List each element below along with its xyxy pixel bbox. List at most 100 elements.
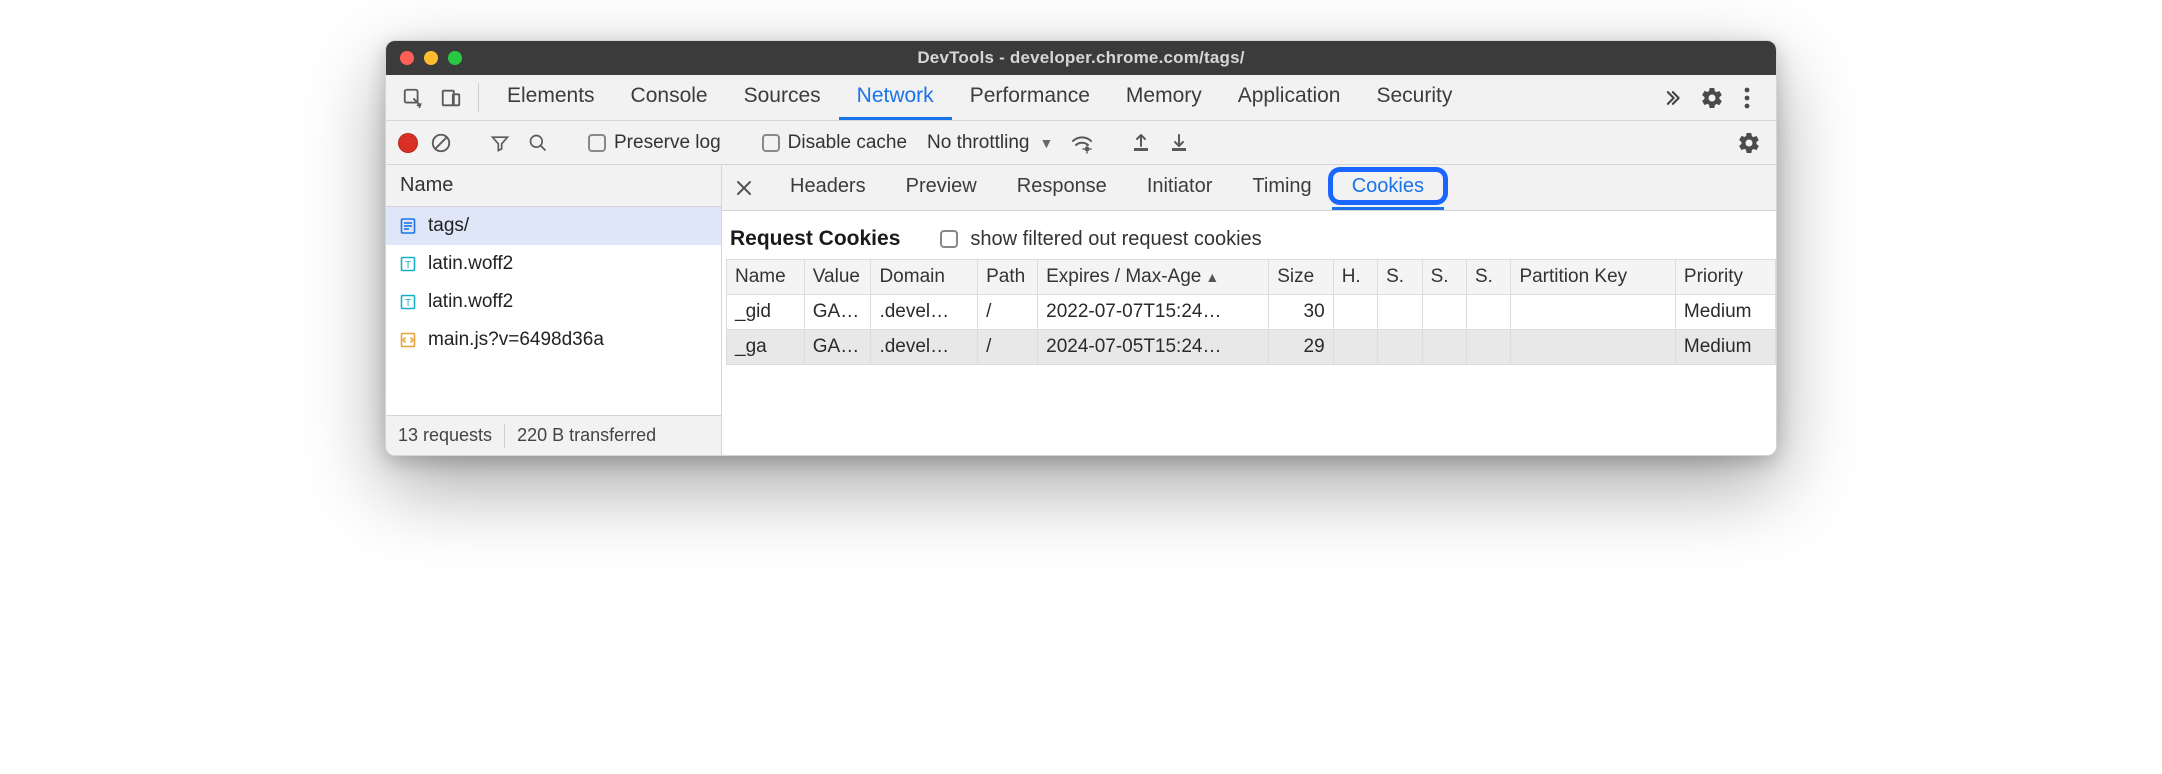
preserve-log-label: Preserve log <box>614 132 721 154</box>
request-name: tags/ <box>428 215 469 237</box>
traffic-lights <box>386 51 462 65</box>
request-cookies-header-row: Request Cookies show filtered out reques… <box>726 213 1776 259</box>
cookies-col-header[interactable]: Domain <box>871 260 978 295</box>
cookie-cell-value: GA… <box>804 330 871 365</box>
disable-cache-label: Disable cache <box>788 132 907 154</box>
cookies-col-header[interactable]: Value <box>804 260 871 295</box>
cookie-cell-expires: 2024-07-05T15:24… <box>1038 330 1269 365</box>
show-filtered-label: show filtered out request cookies <box>970 228 1261 251</box>
cookie-cell-expires: 2022-07-07T15:24… <box>1038 295 1269 330</box>
close-detail-button[interactable] <box>722 165 766 210</box>
detail-tab-preview[interactable]: Preview <box>886 165 997 210</box>
minimize-window-button[interactable] <box>424 51 438 65</box>
cookies-col-header[interactable]: Path <box>978 260 1038 295</box>
more-tabs-button[interactable] <box>1652 88 1692 108</box>
network-settings-gear-icon[interactable] <box>1734 128 1764 158</box>
request-list-footer: 13 requests 220 B transferred <box>386 415 721 455</box>
tab-memory[interactable]: Memory <box>1108 75 1220 120</box>
request-row[interactable]: Tlatin.woff2 <box>386 283 721 321</box>
detail-tab-response[interactable]: Response <box>997 165 1127 210</box>
tab-application[interactable]: Application <box>1220 75 1359 120</box>
request-name: main.js?v=6498d36a <box>428 329 604 351</box>
cookie-cell-pkey <box>1511 330 1675 365</box>
throttling-value: No throttling <box>927 132 1029 154</box>
sort-indicator-icon: ▲ <box>1201 269 1219 285</box>
cookie-cell-name: _gid <box>727 295 805 330</box>
cookies-col-header[interactable]: Size <box>1269 260 1333 295</box>
cookie-cell-domain: .devel… <box>871 330 978 365</box>
network-body: Name tags/Tlatin.woff2Tlatin.woff2main.j… <box>386 165 1776 455</box>
svg-text:T: T <box>405 298 411 309</box>
cookies-col-header[interactable]: H. <box>1333 260 1377 295</box>
tab-performance[interactable]: Performance <box>952 75 1108 120</box>
request-list-sidebar: Name tags/Tlatin.woff2Tlatin.woff2main.j… <box>386 165 722 455</box>
cookie-cell-s2 <box>1422 295 1466 330</box>
script-icon <box>398 330 418 350</box>
titlebar: DevTools - developer.chrome.com/tags/ <box>386 41 1776 75</box>
main-tabs: ElementsConsoleSourcesNetworkPerformance… <box>386 75 1776 121</box>
cookie-cell-h <box>1333 330 1377 365</box>
request-list-header[interactable]: Name <box>386 165 721 207</box>
show-filtered-cookies-checkbox[interactable]: show filtered out request cookies <box>940 228 1261 251</box>
font-icon: T <box>398 292 418 312</box>
tab-sources[interactable]: Sources <box>726 75 839 120</box>
cookie-row[interactable]: _gaGA….devel…/2024-07-05T15:24…29Medium <box>727 330 1776 365</box>
cookie-row[interactable]: _gidGA….devel…/2022-07-07T15:24…30Medium <box>727 295 1776 330</box>
import-har-icon[interactable] <box>1126 128 1156 158</box>
doc-icon <box>398 216 418 236</box>
cookies-col-header[interactable]: Name <box>727 260 805 295</box>
tab-network[interactable]: Network <box>839 75 952 120</box>
tab-elements[interactable]: Elements <box>489 75 613 120</box>
clear-icon[interactable] <box>426 128 456 158</box>
checkbox-icon <box>588 134 606 152</box>
cookies-col-header[interactable]: S. <box>1422 260 1466 295</box>
request-row[interactable]: main.js?v=6498d36a <box>386 321 721 359</box>
detail-body: Request Cookies show filtered out reques… <box>722 211 1776 455</box>
tab-console[interactable]: Console <box>613 75 726 120</box>
record-button[interactable] <box>398 133 418 153</box>
cookie-cell-path: / <box>978 330 1038 365</box>
cookies-col-header[interactable]: Expires / Max-Age▲ <box>1038 260 1269 295</box>
request-row[interactable]: tags/ <box>386 207 721 245</box>
cookies-col-header[interactable]: Partition Key <box>1511 260 1675 295</box>
checkbox-icon <box>940 230 958 248</box>
detail-tab-timing[interactable]: Timing <box>1232 165 1331 210</box>
detail-tabs: HeadersPreviewResponseInitiatorTimingCoo… <box>722 165 1776 211</box>
detail-tab-cookies[interactable]: Cookies <box>1332 165 1444 210</box>
network-conditions-icon[interactable] <box>1067 128 1097 158</box>
maximize-window-button[interactable] <box>448 51 462 65</box>
cookies-header-row: NameValueDomainPathExpires / Max-Age▲Siz… <box>727 260 1776 295</box>
settings-gear-icon[interactable] <box>1692 86 1732 110</box>
detail-tab-initiator[interactable]: Initiator <box>1127 165 1233 210</box>
cookie-cell-h <box>1333 295 1377 330</box>
window-title: DevTools - developer.chrome.com/tags/ <box>386 48 1776 68</box>
cookie-cell-s2 <box>1422 330 1466 365</box>
close-window-button[interactable] <box>400 51 414 65</box>
device-toolbar-icon[interactable] <box>434 75 468 120</box>
network-toolbar: Preserve log Disable cache No throttling… <box>386 121 1776 165</box>
throttling-select[interactable]: No throttling ▼ <box>921 132 1059 154</box>
tab-security[interactable]: Security <box>1358 75 1470 120</box>
kebab-menu-icon[interactable] <box>1732 87 1762 109</box>
svg-text:T: T <box>405 260 411 271</box>
detail-tab-headers[interactable]: Headers <box>770 165 886 210</box>
export-har-icon[interactable] <box>1164 128 1194 158</box>
cookie-cell-s3 <box>1467 330 1511 365</box>
checkbox-icon <box>762 134 780 152</box>
cookie-cell-priority: Medium <box>1675 330 1775 365</box>
cookie-cell-domain: .devel… <box>871 295 978 330</box>
cookie-cell-s1 <box>1378 330 1422 365</box>
inspect-icon[interactable] <box>396 75 430 120</box>
preserve-log-checkbox[interactable]: Preserve log <box>582 132 727 154</box>
request-row[interactable]: Tlatin.woff2 <box>386 245 721 283</box>
cookie-cell-priority: Medium <box>1675 295 1775 330</box>
disable-cache-checkbox[interactable]: Disable cache <box>756 132 913 154</box>
cookies-col-header[interactable]: S. <box>1378 260 1422 295</box>
cookies-col-header[interactable]: Priority <box>1675 260 1775 295</box>
search-icon[interactable] <box>523 128 553 158</box>
filter-icon[interactable] <box>485 128 515 158</box>
cookies-col-header[interactable]: S. <box>1467 260 1511 295</box>
request-name: latin.woff2 <box>428 253 513 275</box>
font-icon: T <box>398 254 418 274</box>
cookie-cell-size: 30 <box>1269 295 1333 330</box>
